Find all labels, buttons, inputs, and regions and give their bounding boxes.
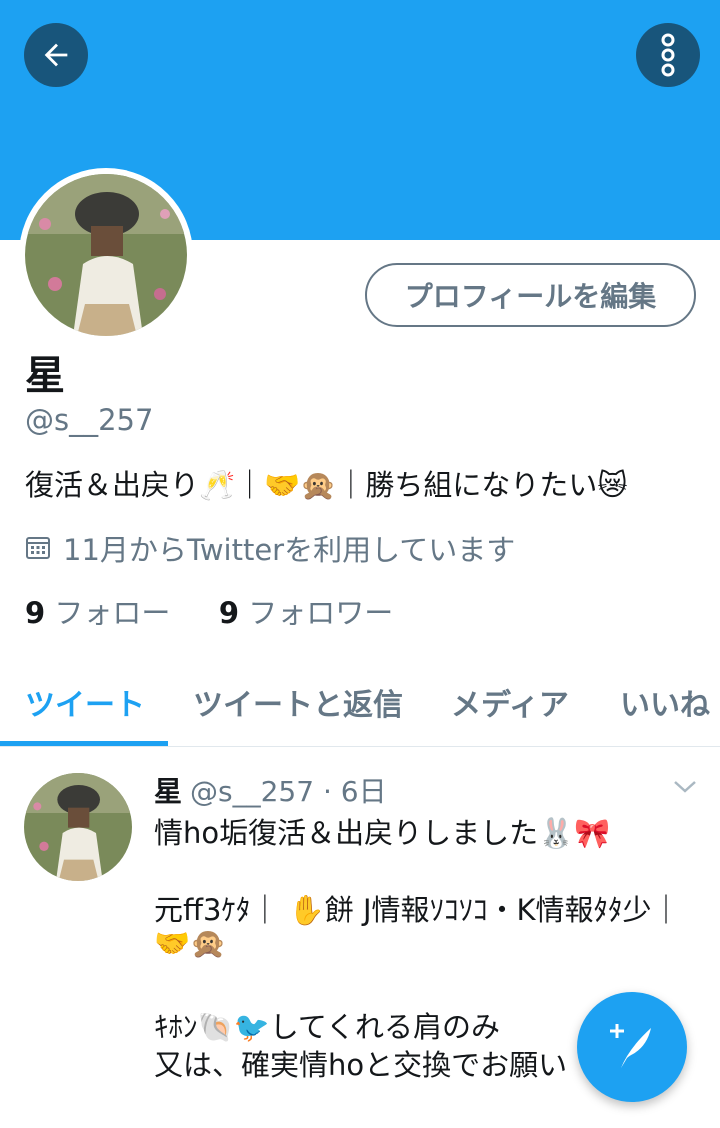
following-count: 9 (25, 596, 46, 630)
profile-name: 星 (25, 353, 65, 399)
tweet-author-name[interactable]: 星 (154, 775, 182, 808)
avatar-image (25, 174, 187, 336)
back-button[interactable] (24, 23, 88, 87)
edit-profile-button[interactable]: プロフィールを編集 (365, 263, 696, 327)
joined-text: 11月からTwitterを利用しています (63, 533, 516, 567)
tweet-author-handle: @s__257 (190, 775, 315, 808)
tabs-divider (0, 746, 720, 747)
profile-bio: 復活＆出戻り🥂｜🤝🙊｜勝ち組になりたい😿 (25, 468, 628, 502)
tweet-text-line: ｷﾎﾝ🐚🐦してくれる肩のみ (154, 1010, 500, 1044)
followers-link[interactable]: 9 フォロワー (219, 596, 393, 630)
followers-count: 9 (218, 596, 240, 630)
followers-label: フォロワー (248, 596, 394, 630)
chevron-down-icon (674, 781, 696, 793)
compose-tweet-icon (610, 1024, 651, 1068)
tweet-text-line: 情ho垢復活＆出戻りしました🐰🎀 (154, 816, 611, 850)
tweet-text-line: 又は、確実情hoと交換でお願い (154, 1048, 568, 1082)
calendar-icon (26, 537, 50, 559)
tweet-menu-button[interactable] (672, 778, 698, 800)
tab-tweets[interactable]: ツイート (25, 680, 145, 724)
tweet-time: · 6日 (322, 775, 387, 808)
more-options-button[interactable] (636, 23, 700, 87)
follow-stats: 9 フォロー 9 フォロワー (25, 590, 393, 632)
compose-tweet-button[interactable] (577, 992, 687, 1102)
tweet-header: 星 @s__257 · 6日 (154, 770, 387, 810)
profile-avatar[interactable] (19, 168, 193, 342)
profile-tabs: ツイート ツイートと返信 メディア いいね (0, 660, 720, 746)
tab-media[interactable]: メディア (451, 680, 569, 724)
tweet-text-line: 🤝🙊 (154, 926, 227, 960)
tweet-text-line: 元ff3ｹﾀ｜ ✋餅 J情報ｿｺｿｺ・K情報ﾀﾀ少｜ (154, 893, 681, 927)
tab-likes[interactable]: いいね (620, 680, 710, 724)
tweet-avatar[interactable] (24, 773, 132, 881)
following-link[interactable]: 9 フォロー (25, 596, 170, 630)
joined-date: 11月からTwitterを利用しています (25, 527, 515, 569)
more-vertical-icon (661, 33, 675, 77)
arrow-left-icon (44, 43, 68, 67)
following-label: フォロー (54, 596, 171, 630)
tab-tweets-and-replies[interactable]: ツイートと返信 (193, 680, 403, 724)
profile-handle: @s__257 (25, 403, 154, 437)
